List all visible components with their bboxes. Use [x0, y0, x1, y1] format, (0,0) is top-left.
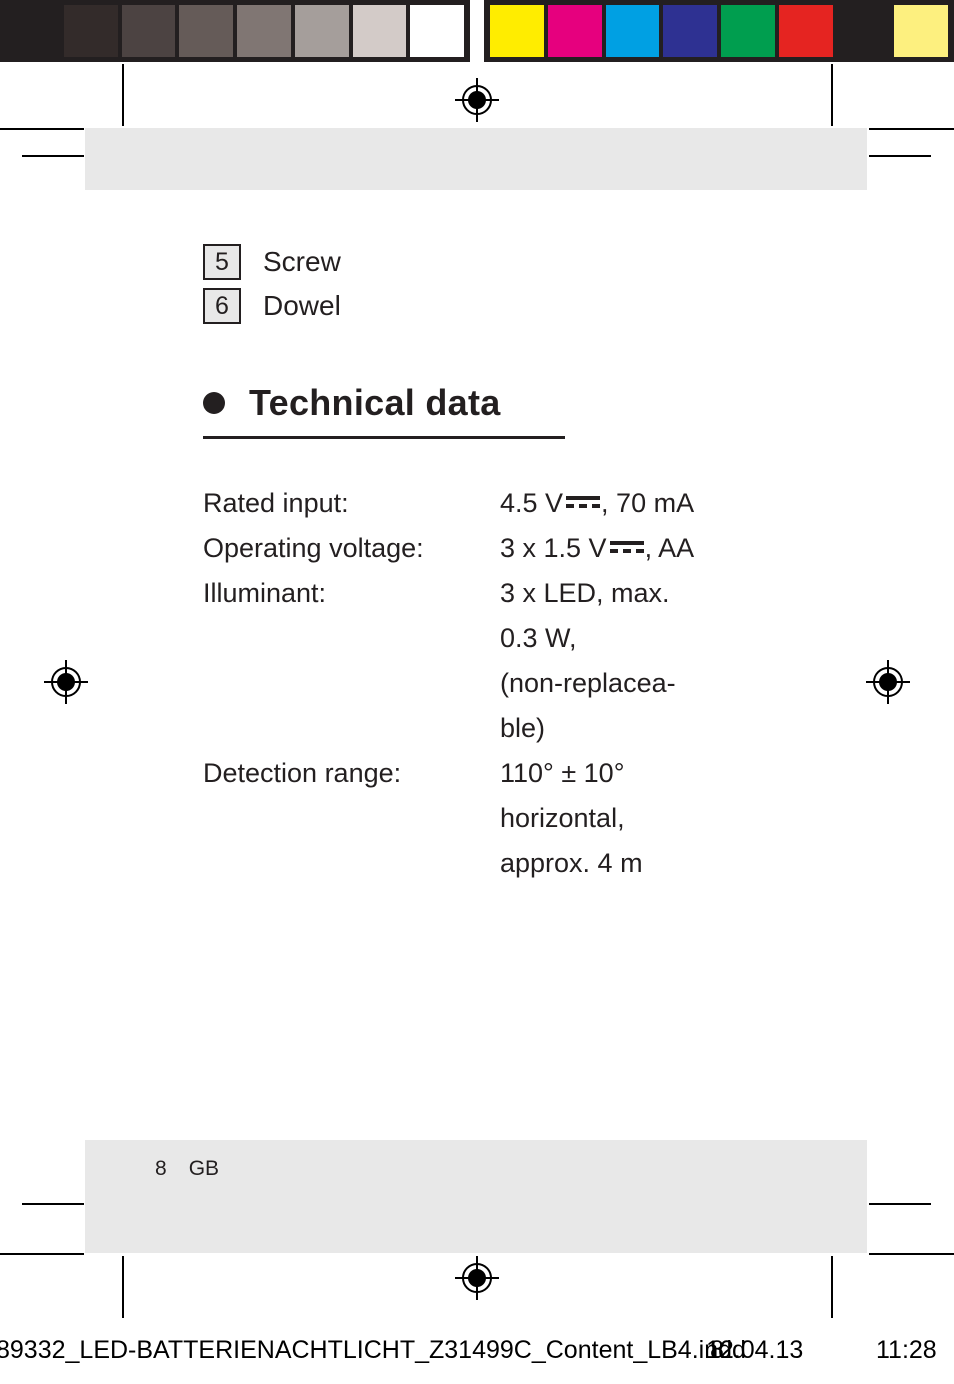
- table-row: Rated input: 4.5 V , 70 mA: [203, 481, 803, 526]
- spec-value-line: 3 x 1.5 V , AA: [500, 526, 803, 571]
- crop-mark-bottom-left-vertical: [122, 1256, 124, 1318]
- slug-filename: 89332_LED-BATTERIENACHTLICHT_Z31499C_Con…: [0, 1336, 746, 1364]
- table-row: Detection range: 110° ± 10° horizontal, …: [203, 751, 803, 886]
- folio-locale: GB: [188, 1157, 220, 1180]
- grayscale-patch: [63, 5, 118, 57]
- grayscale-patch: [294, 5, 349, 57]
- grayscale-patch: [237, 5, 291, 57]
- bullet-dot-icon: [203, 391, 225, 414]
- dc-voltage-icon: [566, 493, 601, 511]
- technical-specs-table: Rated input: 4.5 V , 70 mA Operating volt…: [203, 481, 803, 886]
- spec-value: 3 x 1.5 V , AA: [500, 526, 803, 571]
- table-row: Operating voltage: 3 x 1.5 V , AA: [203, 526, 803, 571]
- spec-label: Rated input:: [203, 487, 349, 518]
- crop-mark-top-left-vertical: [122, 64, 124, 126]
- spec-value: 110° ± 10° horizontal, approx. 4 m: [500, 751, 803, 886]
- page-folio: 8 GB: [155, 1158, 219, 1179]
- color-calibration-bar: [484, 0, 954, 62]
- spec-label: Detection range:: [203, 757, 402, 788]
- part-number-badge: 5: [203, 244, 241, 280]
- parts-legend-list: 5 Screw 6 Dowel: [203, 240, 803, 328]
- part-label: Screw: [263, 246, 341, 277]
- spec-label: Operating voltage:: [203, 532, 424, 563]
- color-patch-cyan: [605, 5, 660, 57]
- crop-mark-top-right-horizontal: [869, 155, 931, 157]
- registration-mark-right: [866, 660, 910, 704]
- registration-mark-left: [44, 660, 88, 704]
- spec-value-line: 3 x LED, max.: [500, 577, 670, 608]
- part-number-badge: 6: [203, 288, 241, 324]
- grayscale-patch: [410, 5, 464, 57]
- page-header-band: [85, 128, 867, 190]
- spec-value-prefix: 3 x 1.5 V: [500, 532, 607, 563]
- crop-mark-bottom-right-trim: [869, 1253, 954, 1255]
- crop-mark-bottom-right-vertical: [831, 1256, 833, 1318]
- spec-value-line: ble): [500, 712, 546, 743]
- crop-mark-top-right-trim: [869, 128, 954, 130]
- spec-value-suffix: , AA: [644, 532, 695, 563]
- color-patch-light-yellow: [894, 5, 948, 57]
- page-content: 5 Screw 6 Dowel Technical data Rated inp…: [203, 240, 803, 926]
- grayscale-patch: [121, 5, 176, 57]
- part-label: Dowel: [263, 290, 341, 321]
- crop-mark-bottom-left-horizontal: [22, 1203, 84, 1205]
- color-patch-red: [778, 5, 833, 57]
- spec-value-line: 0.3 W,: [500, 622, 577, 653]
- color-patch-black: [836, 5, 891, 57]
- grayscale-patch: [6, 5, 60, 57]
- spec-label: Illuminant:: [203, 577, 327, 608]
- spec-value-line: horizontal,: [500, 802, 625, 833]
- spec-value-line: 110° ± 10°: [500, 757, 625, 788]
- registration-mark-bottom: [455, 1256, 499, 1300]
- section-heading: Technical data: [203, 384, 803, 434]
- dc-voltage-icon: [609, 538, 644, 556]
- color-patch-green: [721, 5, 775, 57]
- print-slug: 89332_LED-BATTERIENACHTLICHT_Z31499C_Con…: [0, 1336, 954, 1370]
- table-row: Illuminant: 3 x LED, max. 0.3 W, (non-re…: [203, 571, 803, 751]
- grayscale-calibration-bar: [0, 0, 470, 62]
- color-patch-blue: [663, 5, 717, 57]
- list-item: 5 Screw: [203, 240, 803, 284]
- spec-value-suffix: , 70 mA: [601, 487, 695, 518]
- crop-mark-bottom-right-horizontal: [869, 1203, 931, 1205]
- crop-mark-top-left-horizontal: [22, 155, 84, 157]
- grayscale-patch: [352, 5, 407, 57]
- list-item: 6 Dowel: [203, 284, 803, 328]
- crop-mark-bottom-left-trim: [0, 1253, 84, 1255]
- folio-page-number: 8: [155, 1157, 167, 1180]
- technical-data-section: Technical data Rated input: 4.5 V , 70 mA…: [203, 384, 803, 886]
- spec-value: 4.5 V , 70 mA: [500, 481, 803, 526]
- color-patch-magenta: [547, 5, 602, 57]
- section-divider: [203, 435, 565, 439]
- slug-time: 11:28: [876, 1336, 937, 1364]
- crop-mark-top-right-vertical: [831, 64, 833, 126]
- spec-value: 3 x LED, max. 0.3 W, (non-replacea- ble): [500, 571, 803, 751]
- slug-date: 12.04.13: [706, 1336, 804, 1364]
- spec-value-line: (non-replacea-: [500, 667, 676, 698]
- spec-value-line: approx. 4 m: [500, 847, 643, 878]
- crop-mark-top-left-trim: [0, 128, 84, 130]
- spec-value-prefix: 4.5 V: [500, 487, 564, 518]
- color-patch-yellow: [490, 5, 544, 57]
- registration-mark-top: [455, 78, 499, 122]
- grayscale-patch: [179, 5, 233, 57]
- page-title: Technical data: [249, 382, 501, 423]
- spec-value-line: 4.5 V , 70 mA: [500, 481, 803, 526]
